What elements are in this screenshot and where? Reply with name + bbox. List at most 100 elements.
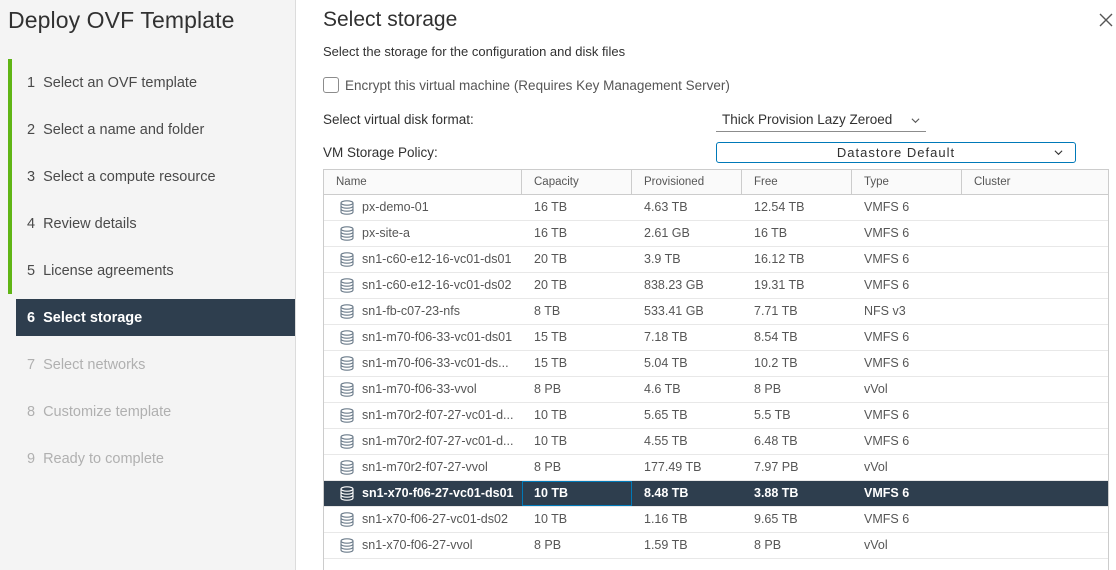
table-row[interactable]: sn1-m70-f06-33-vvol 8 PB 4.6 TB 8 PB vVol — [324, 377, 1108, 403]
step-number: 5 — [27, 262, 36, 279]
wizard-step-8: 8 Customize template — [8, 388, 295, 435]
wizard-step-6[interactable]: 6 Select storage — [16, 299, 295, 336]
cell-type: vVol — [864, 538, 888, 552]
wizard-step-3[interactable]: 3 Select a compute resource — [8, 153, 295, 200]
cell-cluster — [962, 455, 1108, 480]
step-number: 9 — [27, 450, 36, 467]
cell-name: sn1-m70r2-f07-27-vvol — [324, 455, 522, 480]
cell-cluster — [962, 481, 1108, 506]
cell-cluster — [962, 247, 1108, 272]
cell-name: sn1-m70-f06-33-vc01-ds01 — [324, 325, 522, 350]
table-row[interactable]: sn1-c60-e12-16-vc01-ds02 20 TB 838.23 GB 19… — [324, 273, 1108, 299]
column-header-free[interactable]: Free — [742, 170, 852, 194]
cell-free: 8.54 TB — [754, 330, 798, 344]
table-row[interactable]: px-demo-01 16 TB 4.63 TB 12.54 TB VMFS 6 — [324, 195, 1108, 221]
disk-format-select[interactable]: Thick Provision Lazy Zeroed — [716, 109, 926, 132]
cell-provisioned: 177.49 TB — [644, 460, 702, 474]
table-row[interactable]: sn1-fb-c07-23-nfs 8 TB 533.41 GB 7.71 TB NFS… — [324, 299, 1108, 325]
cell-cluster — [962, 273, 1108, 298]
datastore-icon — [340, 382, 354, 397]
storage-policy-label: VM Storage Policy: — [323, 145, 438, 160]
step-label: Review details — [43, 215, 137, 232]
wizard-title: Deploy OVF Template — [8, 7, 235, 33]
cell-capacity: 15 TB — [534, 330, 568, 344]
table-row[interactable]: sn1-m70r2-f07-27-vc01-d... 10 TB 5.65 TB 5.… — [324, 403, 1108, 429]
table-row[interactable]: sn1-m70r2-f07-27-vc01-d... 10 TB 4.55 TB 6.… — [324, 429, 1108, 455]
cell-capacity: 20 TB — [534, 252, 568, 266]
step-label: Select a name and folder — [43, 121, 205, 138]
cell-free: 16 TB — [754, 226, 788, 240]
cell-cluster — [962, 533, 1108, 558]
cell-type: VMFS 6 — [864, 200, 910, 214]
column-header-provisioned[interactable]: Provisioned — [632, 170, 742, 194]
cell-capacity: 10 TB — [534, 408, 568, 422]
column-header-capacity[interactable]: Capacity — [522, 170, 632, 194]
wizard-step-1[interactable]: 1 Select an OVF template — [8, 59, 295, 106]
table-row[interactable]: sn1-x70-f06-27-vc01-ds02 10 TB 1.16 TB 9.65… — [324, 507, 1108, 533]
datastore-icon — [340, 512, 354, 527]
cell-type: NFS v3 — [864, 304, 906, 318]
datastore-icon — [340, 486, 354, 501]
cell-type: VMFS 6 — [864, 486, 910, 500]
cell-name: sn1-c60-e12-16-vc01-ds01 — [324, 247, 522, 272]
step-label: Select networks — [43, 356, 146, 373]
step-number: 3 — [27, 168, 36, 185]
datastore-icon — [340, 278, 354, 293]
table-row[interactable]: px-site-a 16 TB 2.61 GB 16 TB VMFS 6 — [324, 221, 1108, 247]
cell-capacity: 10 TB — [534, 434, 568, 448]
cell-cluster — [962, 377, 1108, 402]
cell-capacity: 10 TB — [522, 481, 632, 506]
step-number: 7 — [27, 356, 36, 373]
column-header-cluster[interactable]: Cluster — [962, 170, 1108, 194]
encrypt-option: Encrypt this virtual machine (Requires K… — [323, 77, 730, 93]
cell-free: 6.48 TB — [754, 434, 798, 448]
chevron-down-icon — [911, 118, 920, 124]
table-row[interactable]: sn1-c60-e12-16-vc01-ds01 20 TB 3.9 TB 16.12… — [324, 247, 1108, 273]
table-row[interactable]: sn1-x70-f06-27-vvol 8 PB 1.59 TB 8 PB vVol — [324, 533, 1108, 559]
cell-capacity: 10 TB — [534, 512, 568, 526]
step-number: 8 — [27, 403, 36, 420]
step-label: Customize template — [43, 403, 172, 420]
wizard-step-2[interactable]: 2 Select a name and folder — [8, 106, 295, 153]
cell-type: vVol — [864, 460, 888, 474]
cell-free: 8 PB — [754, 382, 782, 396]
datastore-table: Name Capacity Provisioned Free Type Cluster p… — [323, 169, 1109, 570]
storage-policy-select[interactable]: Datastore Default — [716, 142, 1076, 163]
step-label: Ready to complete — [43, 450, 164, 467]
cell-type: VMFS 6 — [864, 226, 910, 240]
cell-provisioned: 7.18 TB — [644, 330, 688, 344]
datastore-icon — [340, 200, 354, 215]
datastore-name: sn1-fb-c07-23-nfs — [362, 304, 460, 318]
cell-type: vVol — [864, 382, 888, 396]
datastore-icon — [340, 252, 354, 267]
main-content: Select storage Select the storage for th… — [323, 0, 1116, 570]
cell-cluster — [962, 325, 1108, 350]
cell-free: 3.88 TB — [754, 486, 799, 500]
page-subtitle: Select the storage for the configuration… — [323, 44, 626, 59]
datastore-icon — [340, 226, 354, 241]
encrypt-checkbox[interactable] — [323, 77, 339, 93]
table-row[interactable]: sn1-x70-f06-27-vc01-ds01 10 TB 8.48 TB 3.88… — [324, 481, 1108, 507]
cell-name: sn1-x70-f06-27-vc01-ds01 — [324, 481, 522, 506]
close-icon[interactable] — [1098, 12, 1114, 28]
datastore-icon — [340, 330, 354, 345]
step-label: Select a compute resource — [43, 168, 216, 185]
column-header-name[interactable]: Name — [324, 170, 522, 194]
cell-capacity: 8 PB — [534, 538, 562, 552]
cell-name: sn1-m70-f06-33-vvol — [324, 377, 522, 402]
column-header-type[interactable]: Type — [852, 170, 962, 194]
cell-type: VMFS 6 — [864, 512, 910, 526]
cell-free: 8 PB — [754, 538, 782, 552]
cell-free: 5.5 TB — [754, 408, 791, 422]
cell-name: sn1-m70-f06-33-vc01-ds... — [324, 351, 522, 376]
datastore-icon — [340, 538, 354, 553]
table-row[interactable]: sn1-m70r2-f07-27-vvol 8 PB 177.49 TB 7.97 P… — [324, 455, 1108, 481]
wizard-step-5[interactable]: 5 License agreements — [8, 247, 295, 294]
datastore-name: sn1-m70r2-f07-27-vc01-d... — [362, 434, 514, 448]
table-row[interactable]: sn1-m70-f06-33-vc01-ds... 15 TB 5.04 TB 10.… — [324, 351, 1108, 377]
cell-capacity: 8 TB — [534, 304, 561, 318]
table-row[interactable]: sn1-m70-f06-33-vc01-ds01 15 TB 7.18 TB 8.54… — [324, 325, 1108, 351]
disk-format-label: Select virtual disk format: — [323, 112, 474, 127]
wizard-step-4[interactable]: 4 Review details — [8, 200, 295, 247]
cell-name: px-demo-01 — [324, 195, 522, 220]
